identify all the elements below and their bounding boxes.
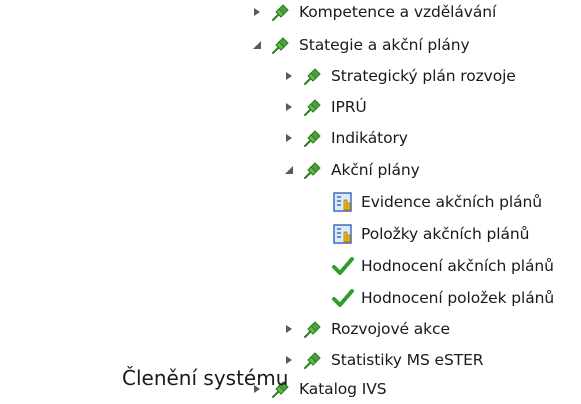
tree-item-statistiky-ms-ester[interactable]: Statistiky MS eSTER [282, 345, 484, 375]
tree-item-hodnoceni-polozek-planu[interactable]: Hodnocení položek plánů [332, 283, 554, 313]
tree-item-ipru[interactable]: IPRÚ [282, 92, 367, 122]
pushpin-icon [302, 96, 324, 118]
tree-item-evidence-akcnich-planu[interactable]: Evidence akčních plánů [332, 187, 542, 217]
collapse-arrow-icon[interactable] [250, 38, 264, 52]
pushpin-icon [270, 1, 292, 23]
tree-item-kompetence[interactable]: Kompetence a vzdělávání [250, 0, 496, 27]
tree-item-label: Hodnocení akčních plánů [361, 257, 554, 275]
form-report-icon [332, 223, 354, 245]
pushpin-icon [302, 318, 324, 340]
pushpin-icon [302, 127, 324, 149]
tree-item-polozky-akcnich-planu[interactable]: Položky akčních plánů [332, 219, 529, 249]
form-report-icon [332, 191, 354, 213]
expand-arrow-icon[interactable] [282, 69, 296, 83]
tree-item-label: Stategie a akční plány [299, 36, 470, 54]
pushpin-icon [302, 349, 324, 371]
tree-item-label: Položky akčních plánů [361, 225, 530, 243]
tree-item-label: Rozvojové akce [331, 320, 450, 338]
pushpin-icon [302, 159, 324, 181]
expand-arrow-icon[interactable] [250, 5, 264, 19]
tree-item-label: Kompetence a vzdělávání [299, 3, 497, 21]
tree-item-akcni-plany[interactable]: Akční plány [282, 155, 420, 185]
expand-arrow-icon[interactable] [282, 353, 296, 367]
tree-item-label: Evidence akčních plánů [361, 193, 542, 211]
tree-item-label: Hodnocení položek plánů [361, 289, 555, 307]
tree-item-label: IPRÚ [331, 98, 367, 116]
tree-item-indikatory[interactable]: Indikátory [282, 123, 408, 153]
tree-item-stategie[interactable]: Stategie a akční plány [250, 30, 470, 60]
pushpin-icon [270, 34, 292, 56]
caption-text: Členění systému [122, 366, 289, 390]
tree-item-label: Statistiky MS eSTER [331, 351, 484, 369]
checkmark-icon [332, 255, 354, 277]
tree-item-label: Strategický plán rozvoje [331, 67, 516, 85]
tree-item-hodnoceni-akcnich-planu[interactable]: Hodnocení akčních plánů [332, 251, 554, 281]
pushpin-icon [302, 65, 324, 87]
expand-arrow-icon[interactable] [282, 131, 296, 145]
collapse-arrow-icon[interactable] [282, 163, 296, 177]
tree-item-label: Indikátory [331, 129, 408, 147]
expand-arrow-icon[interactable] [282, 322, 296, 336]
tree-item-label: Katalog IVS [299, 380, 387, 398]
navigation-tree: Kompetence a vzdělávání Stategie a akční… [0, 0, 581, 398]
checkmark-icon [332, 287, 354, 309]
tree-item-label: Akční plány [331, 161, 420, 179]
tree-item-rozvojove-akce[interactable]: Rozvojové akce [282, 314, 450, 344]
expand-arrow-icon[interactable] [282, 100, 296, 114]
tree-item-strategicky-plan[interactable]: Strategický plán rozvoje [282, 61, 516, 91]
